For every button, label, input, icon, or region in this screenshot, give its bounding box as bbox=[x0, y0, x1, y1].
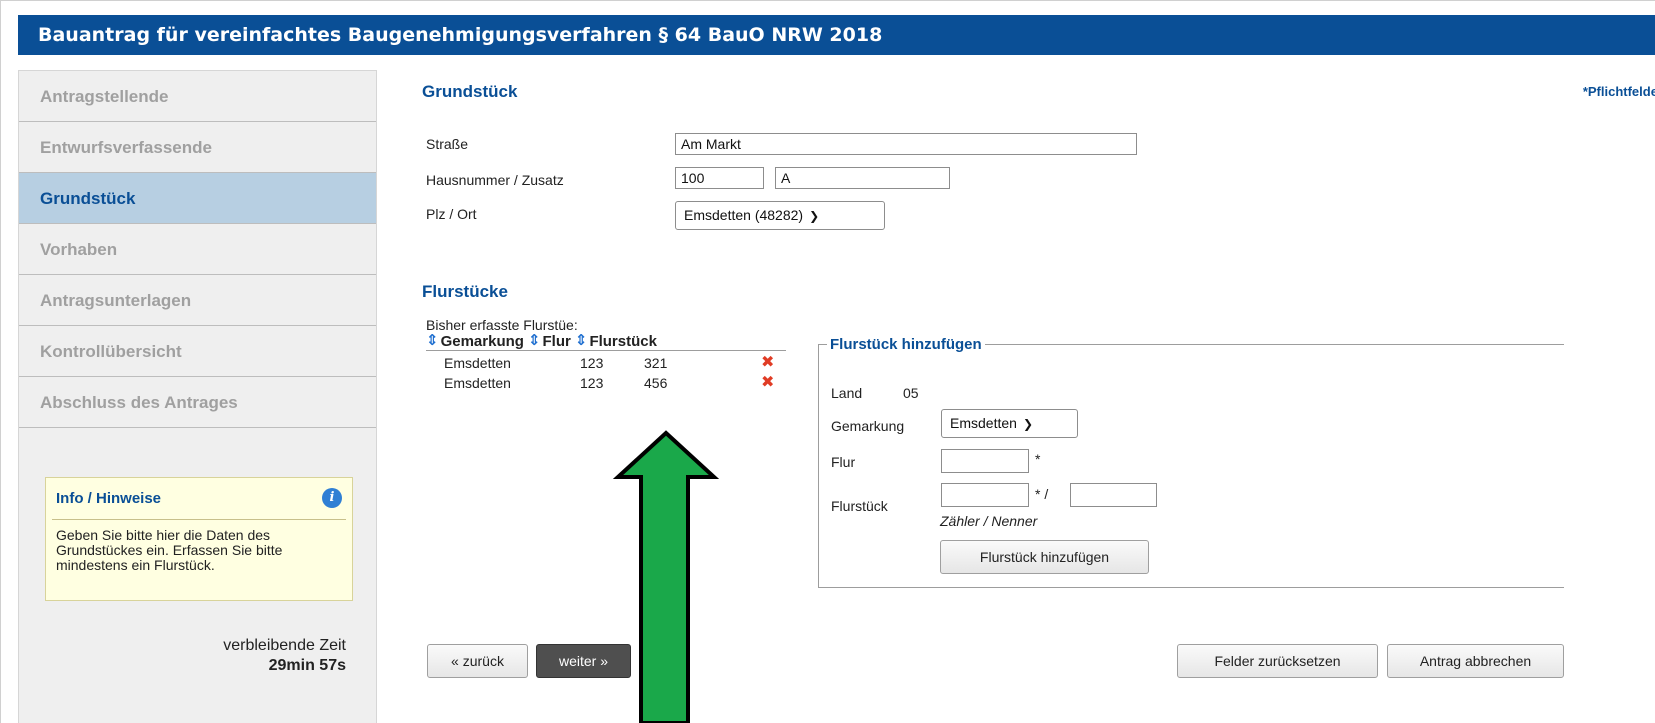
info-icon: i bbox=[322, 488, 342, 508]
info-text: Geben Sie bitte hier die Daten des Grund… bbox=[56, 527, 283, 573]
timer-value: 29min 57s bbox=[268, 657, 346, 674]
house-number-input[interactable]: 100 bbox=[675, 167, 764, 189]
street-input[interactable]: Am Markt bbox=[675, 133, 1137, 155]
section-title-flurstuecke: Flurstücke bbox=[422, 282, 508, 301]
cell-flurstueck: 456 bbox=[644, 375, 668, 391]
sidebar: Antragstellende Entwurfsverfassende Grun… bbox=[18, 70, 377, 723]
sidebar-item-antragstellende[interactable]: Antragstellende bbox=[19, 71, 376, 122]
cell-gemarkung: Emsdetten bbox=[444, 375, 511, 391]
parcel-table-caption: Bisher erfasste Flurstüe: bbox=[426, 317, 578, 333]
add-parcel-legend: Flurstück hinzufügen bbox=[830, 336, 982, 353]
city-select[interactable]: Emsdetten (48282) ❯ bbox=[675, 201, 885, 230]
info-title: Info / Hinweise bbox=[52, 478, 346, 520]
sort-icon[interactable]: ⇕ bbox=[426, 333, 439, 349]
gemarkung-label: Gemarkung bbox=[831, 418, 905, 434]
flurstueck-denominator-input[interactable] bbox=[1070, 483, 1157, 507]
column-gemarkung[interactable]: Gemarkung bbox=[441, 333, 524, 350]
sort-icon[interactable]: ⇕ bbox=[575, 333, 588, 349]
flur-required-star: * bbox=[1035, 451, 1041, 467]
parcel-table: Bisher erfasste Flurstüe: ⇕ Gemarkung ⇕ Fl… bbox=[426, 318, 786, 394]
cell-gemarkung: Emsdetten bbox=[444, 355, 511, 371]
street-label: Straße bbox=[426, 136, 469, 152]
city-select-value: Emsdetten (48282) bbox=[684, 207, 804, 223]
gemarkung-select-value: Emsdetten bbox=[950, 415, 1017, 431]
flurstueck-required-star: * / bbox=[1035, 486, 1049, 502]
sidebar-item-kontrolluebersicht[interactable]: Kontrollübersicht bbox=[19, 326, 376, 377]
land-label: Land bbox=[831, 385, 863, 401]
numerator-denominator-hint: Zähler / Nenner bbox=[940, 513, 1038, 529]
flur-label: Flur bbox=[831, 454, 856, 470]
land-value: 05 bbox=[903, 385, 919, 401]
cell-flur: 123 bbox=[580, 355, 604, 371]
remaining-time: verbleibende Zeit 29min 57s bbox=[223, 636, 346, 676]
delete-icon[interactable]: ✖ bbox=[761, 374, 774, 392]
flurstueck-label: Flurstück bbox=[831, 498, 888, 514]
column-flurstueck[interactable]: Flurstück bbox=[589, 333, 657, 350]
house-suffix-input[interactable]: A bbox=[775, 167, 950, 189]
required-fields-note: *Pflichtfelder bbox=[1582, 84, 1655, 99]
table-row: Emsdetten 123 456 ✖ bbox=[426, 374, 786, 394]
delete-icon[interactable]: ✖ bbox=[761, 354, 774, 372]
gemarkung-select[interactable]: Emsdetten ❯ bbox=[941, 409, 1078, 438]
house-number-label: Hausnummer / Zusatz bbox=[426, 172, 564, 188]
timer-label: verbleibende Zeit bbox=[223, 637, 346, 654]
column-flur[interactable]: Flur bbox=[543, 333, 571, 350]
sidebar-item-antragsunterlagen[interactable]: Antragsunterlagen bbox=[19, 275, 376, 326]
flurstueck-numerator-input[interactable] bbox=[941, 483, 1029, 507]
section-title-grundstueck: Grundstück bbox=[422, 82, 518, 101]
cancel-application-button[interactable]: Antrag abbrechen bbox=[1387, 644, 1564, 678]
sidebar-item-vorhaben[interactable]: Vorhaben bbox=[19, 224, 376, 275]
back-button[interactable]: « zurück bbox=[427, 644, 528, 678]
info-box: Info / Hinweise i Geben Sie bitte hier d… bbox=[45, 477, 353, 601]
flur-input[interactable] bbox=[941, 449, 1029, 473]
city-label: Plz / Ort bbox=[426, 206, 477, 222]
reset-fields-button[interactable]: Felder zurücksetzen bbox=[1177, 644, 1378, 678]
add-parcel-button[interactable]: Flurstück hinzufügen bbox=[940, 540, 1149, 574]
cell-flur: 123 bbox=[580, 375, 604, 391]
table-row: Emsdetten 123 321 ✖ bbox=[426, 354, 786, 374]
next-button[interactable]: weiter » bbox=[536, 644, 631, 678]
add-parcel-fieldset: Flurstück hinzufügen bbox=[818, 336, 1564, 588]
sort-icon[interactable]: ⇕ bbox=[528, 333, 541, 349]
main-content: Grundstück *Pflichtfelder Straße Am Mark… bbox=[378, 56, 1655, 723]
cell-flurstueck: 321 bbox=[644, 355, 668, 371]
parcel-table-header: ⇕ Gemarkung ⇕ Flur ⇕ Flurstück bbox=[426, 333, 786, 351]
page-title: Bauantrag für vereinfachtes Baugenehmigu… bbox=[18, 15, 1655, 55]
sidebar-item-grundstueck[interactable]: Grundstück bbox=[19, 173, 376, 224]
sidebar-nav: Antragstellende Entwurfsverfassende Grun… bbox=[19, 71, 376, 428]
chevron-down-icon: ❯ bbox=[809, 209, 820, 223]
sidebar-item-abschluss[interactable]: Abschluss des Antrages bbox=[19, 377, 376, 428]
sidebar-item-entwurfsverfassende[interactable]: Entwurfsverfassende bbox=[19, 122, 376, 173]
chevron-down-icon: ❯ bbox=[1022, 417, 1033, 431]
